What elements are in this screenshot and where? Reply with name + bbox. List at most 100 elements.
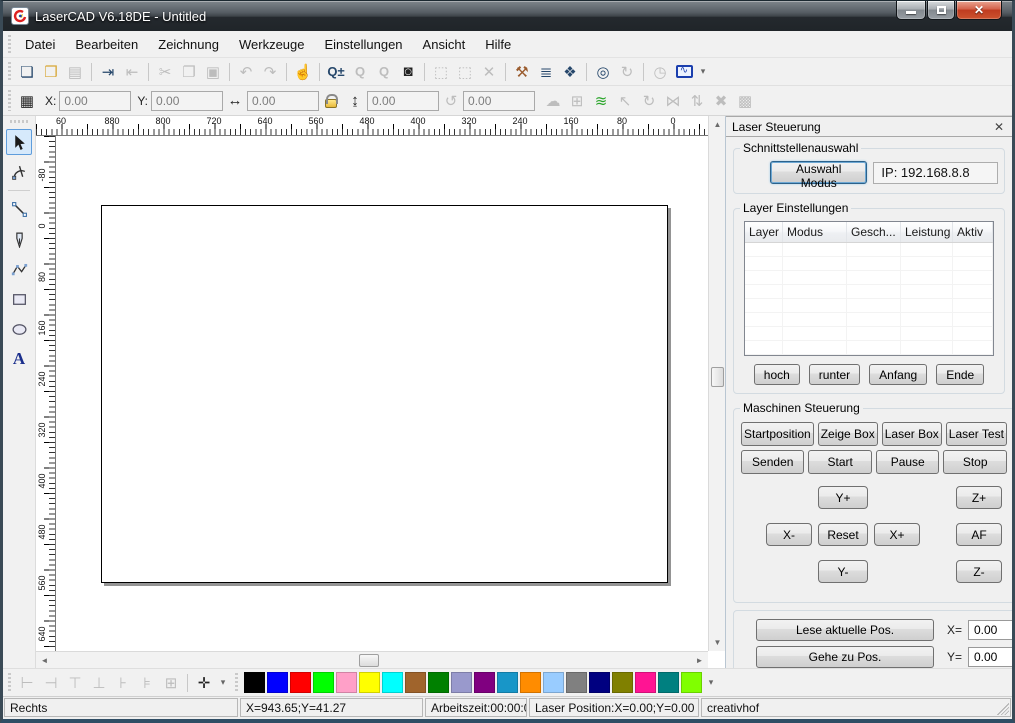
scroll-up-icon[interactable]: ▲ (709, 116, 726, 133)
align-overflow-icon[interactable]: ▾ (216, 671, 230, 695)
color-swatch[interactable] (681, 672, 702, 693)
lock-ratio-icon[interactable] (319, 89, 343, 113)
layer-column-header[interactable]: Aktiv (953, 222, 993, 242)
color-swatch[interactable] (244, 672, 265, 693)
text-tool[interactable]: A (6, 346, 32, 372)
layer-hoch-button[interactable]: hoch (754, 364, 800, 385)
color-swatch[interactable] (566, 672, 587, 693)
menu-grip[interactable] (6, 35, 13, 53)
color-swatch[interactable] (543, 672, 564, 693)
anchor-grid-icon[interactable]: ▦ (15, 89, 39, 113)
horizontal-scrollbar[interactable]: ◄ ► (36, 651, 708, 668)
pos-x-input[interactable] (968, 620, 1012, 640)
zoom-dynamic-icon[interactable]: Q± (324, 60, 348, 84)
color-swatch[interactable] (336, 672, 357, 693)
palette-overflow-icon[interactable]: ▾ (704, 671, 718, 695)
color-swatch[interactable] (612, 672, 633, 693)
layer-column-header[interactable]: Layer (745, 222, 783, 242)
startposition-button[interactable]: Startposition (741, 422, 814, 446)
toolbar-overflow-icon[interactable]: ▾ (696, 60, 710, 84)
jog-z-minus-button[interactable]: Z- (956, 560, 1002, 583)
goto-position-button[interactable]: Gehe zu Pos. (756, 646, 934, 668)
polyline-tool[interactable] (6, 256, 32, 282)
new-document-icon[interactable]: ❏ (15, 60, 39, 84)
select-tool[interactable] (6, 129, 32, 155)
jog-x-minus-button[interactable]: X- (766, 523, 812, 546)
menu-ansicht[interactable]: Ansicht (413, 32, 476, 57)
color-swatch[interactable] (635, 672, 656, 693)
color-swatch[interactable] (359, 672, 380, 693)
color-swatch[interactable] (290, 672, 311, 693)
color-swatch[interactable] (658, 672, 679, 693)
drawing-area[interactable] (56, 136, 708, 651)
laser-test-button[interactable]: Laser Test (946, 422, 1007, 446)
open-file-icon[interactable]: ❒ (39, 60, 63, 84)
color-swatch[interactable] (589, 672, 610, 693)
param-list-icon[interactable]: ≣ (534, 60, 558, 84)
width-input[interactable] (247, 91, 319, 111)
layer-column-header[interactable]: Modus (783, 222, 847, 242)
node-add-icon[interactable]: ✛ (192, 671, 216, 695)
ellipse-tool[interactable] (6, 316, 32, 342)
horizontal-scroll-thumb[interactable] (359, 654, 379, 667)
layer-table[interactable]: LayerModusGesch...LeistungAktiv (744, 221, 994, 356)
palette-toolbar-grip[interactable] (233, 673, 240, 692)
color-swatch[interactable] (382, 672, 403, 693)
resize-grip[interactable] (997, 703, 1009, 715)
menu-bearbeiten[interactable]: Bearbeiten (65, 32, 148, 57)
import-icon[interactable]: ⇥ (96, 60, 120, 84)
layer-anfang-button[interactable]: Anfang (869, 364, 927, 385)
zeige-box-button[interactable]: Zeige Box (818, 422, 878, 446)
read-position-button[interactable]: Lese aktuelle Pos. (756, 619, 934, 641)
close-button[interactable]: ✕ (956, 1, 1002, 20)
vertical-scrollbar[interactable]: ▲ ▼ (708, 116, 725, 651)
color-swatch[interactable] (520, 672, 541, 693)
color-swatch[interactable] (451, 672, 472, 693)
line-tool[interactable] (6, 196, 32, 222)
layer-runter-button[interactable]: runter (809, 364, 860, 385)
rectangle-tool[interactable] (6, 286, 32, 312)
x-position-input[interactable] (59, 91, 131, 111)
preview-monitor-icon[interactable]: ∿ (672, 60, 696, 84)
pan-icon[interactable]: ☝ (291, 60, 315, 84)
menu-werkzeuge[interactable]: Werkzeuge (229, 32, 315, 57)
align-toolbar-grip[interactable] (6, 673, 13, 692)
color-swatch[interactable] (428, 672, 449, 693)
panel-close-icon[interactable]: ✕ (992, 120, 1006, 134)
rotation-input[interactable] (463, 91, 535, 111)
jog-reset-button[interactable]: Reset (818, 523, 868, 546)
color-swatch[interactable] (267, 672, 288, 693)
jog-af-button[interactable]: AF (956, 523, 1002, 546)
y-position-input[interactable] (151, 91, 223, 111)
scroll-left-icon[interactable]: ◄ (36, 652, 53, 669)
jog-y-plus-button[interactable]: Y+ (818, 486, 868, 509)
stop-button[interactable]: Stop (943, 450, 1006, 474)
minimize-button[interactable] (896, 1, 926, 20)
pen-tool[interactable] (6, 226, 32, 252)
senden-button[interactable]: Senden (741, 450, 804, 474)
jog-x-plus-button[interactable]: X+ (874, 523, 920, 546)
layer-ende-button[interactable]: Ende (936, 364, 984, 385)
auswahl-modus-button[interactable]: Auswahl Modus (770, 161, 867, 184)
pause-button[interactable]: Pause (876, 450, 939, 474)
menu-zeichnung[interactable]: Zeichnung (148, 32, 229, 57)
scroll-down-icon[interactable]: ▼ (709, 634, 726, 651)
color-swatch[interactable] (313, 672, 334, 693)
menu-datei[interactable]: Datei (15, 32, 65, 57)
node-select-icon[interactable]: ❖ (558, 60, 582, 84)
toolbar-grip[interactable] (6, 62, 13, 81)
jog-y-minus-button[interactable]: Y- (818, 560, 868, 583)
jog-z-plus-button[interactable]: Z+ (956, 486, 1002, 509)
scroll-right-icon[interactable]: ► (691, 652, 708, 669)
zoom-page-icon[interactable]: ◙ (396, 60, 420, 84)
curve-edit-icon[interactable]: ◎ (591, 60, 615, 84)
pos-y-input[interactable] (968, 647, 1012, 667)
transform-toolbar-grip[interactable] (6, 90, 13, 111)
layer-colors-icon[interactable]: ≋ (589, 89, 613, 113)
height-input[interactable] (367, 91, 439, 111)
layer-column-header[interactable]: Leistung (901, 222, 953, 242)
vertical-scroll-thumb[interactable] (711, 367, 724, 387)
color-swatch[interactable] (497, 672, 518, 693)
maximize-button[interactable] (927, 1, 955, 20)
color-swatch[interactable] (405, 672, 426, 693)
